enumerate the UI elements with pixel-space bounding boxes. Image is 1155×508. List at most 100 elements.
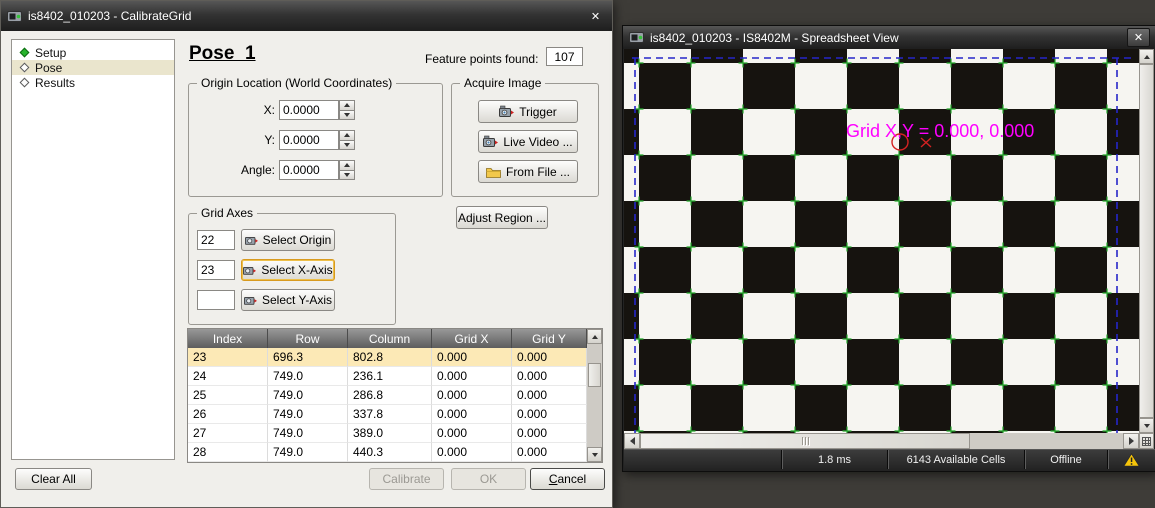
scroll-thumb[interactable] bbox=[640, 433, 970, 449]
tree-item-setup[interactable]: Setup bbox=[12, 45, 174, 60]
cell-row: 696.3 bbox=[268, 348, 348, 367]
diamond-icon bbox=[20, 78, 30, 88]
cell-column: 440.3 bbox=[348, 443, 432, 462]
spin-up-button[interactable] bbox=[339, 160, 355, 171]
available-cells: 6143 Available Cells bbox=[887, 450, 1024, 469]
cell-row: 749.0 bbox=[268, 367, 348, 386]
spin-down-button[interactable] bbox=[339, 171, 355, 181]
folder-icon bbox=[486, 166, 501, 178]
cell-index: 26 bbox=[188, 405, 268, 424]
table-row[interactable]: 26 749.0 337.8 0.000 0.000 bbox=[188, 405, 602, 424]
origin-y-row: Y: bbox=[189, 130, 434, 150]
tree-item-label: Setup bbox=[35, 46, 66, 60]
button-label: Clear All bbox=[31, 472, 76, 486]
status-spacer bbox=[624, 450, 781, 469]
window-title: is8402_010203 - CalibrateGrid bbox=[28, 9, 191, 23]
table-row[interactable]: 28 749.0 440.3 0.000 0.000 bbox=[188, 443, 602, 462]
app-icon bbox=[7, 10, 22, 23]
feature-points-label: Feature points found: bbox=[425, 52, 538, 66]
origin-y-input[interactable] bbox=[279, 130, 339, 150]
calibrate-button[interactable]: Calibrate bbox=[369, 468, 444, 490]
button-label: From File ... bbox=[506, 165, 570, 179]
clear-all-button[interactable]: Clear All bbox=[15, 468, 92, 490]
cell-index: 28 bbox=[188, 443, 268, 462]
warning-icon bbox=[1123, 453, 1140, 467]
tree-item-label: Results bbox=[35, 76, 75, 90]
close-icon[interactable]: ✕ bbox=[585, 8, 606, 25]
corner-grid-button[interactable] bbox=[1139, 433, 1154, 449]
calibration-image[interactable]: Grid X,Y = 0.000, 0.000 bbox=[624, 49, 1139, 433]
select-origin-button[interactable]: Select Origin bbox=[241, 229, 335, 251]
origin-x-label: X: bbox=[189, 100, 275, 120]
scroll-down-button[interactable] bbox=[1139, 418, 1154, 433]
cell-grid-x: 0.000 bbox=[432, 405, 512, 424]
acquisition-time: 1.8 ms bbox=[781, 450, 887, 469]
spin-down-button[interactable] bbox=[339, 141, 355, 151]
calibrate-titlebar[interactable]: is8402_010203 - CalibrateGrid ✕ bbox=[1, 1, 612, 31]
page-title: Pose 1 bbox=[189, 43, 256, 65]
spreadsheet-view-window: is8402_010203 - IS8402M - Spreadsheet Vi… bbox=[622, 25, 1155, 472]
button-label: Select X-Axis bbox=[261, 263, 332, 277]
cancel-button[interactable]: Cancel bbox=[530, 468, 605, 490]
trigger-button[interactable]: Trigger bbox=[478, 100, 578, 123]
calibrate-grid-window: is8402_010203 - CalibrateGrid ✕ Setup Po… bbox=[0, 0, 613, 508]
table-row[interactable]: 27 749.0 389.0 0.000 0.000 bbox=[188, 424, 602, 443]
image-vscrollbar[interactable] bbox=[1139, 49, 1154, 433]
spin-down-button[interactable] bbox=[339, 111, 355, 121]
from-file-button[interactable]: From File ... bbox=[478, 160, 578, 183]
origin-y-spinner bbox=[339, 130, 355, 150]
spin-up-button[interactable] bbox=[339, 100, 355, 111]
cell-grid-x: 0.000 bbox=[432, 386, 512, 405]
tree-item-pose[interactable]: Pose bbox=[12, 60, 174, 75]
select-x-axis-button[interactable]: Select X-Axis bbox=[241, 259, 335, 281]
cell-grid-x: 0.000 bbox=[432, 424, 512, 443]
cell-index: 23 bbox=[188, 348, 268, 367]
scroll-right-button[interactable] bbox=[1123, 433, 1139, 449]
spin-up-button[interactable] bbox=[339, 130, 355, 141]
image-hscrollbar[interactable] bbox=[624, 433, 1139, 449]
button-label: Cancel bbox=[549, 472, 586, 486]
group-title: Origin Location (World Coordinates) bbox=[197, 76, 396, 90]
diamond-icon bbox=[20, 63, 30, 73]
select-y-axis-button[interactable]: Select Y-Axis bbox=[241, 289, 335, 311]
cell-column: 389.0 bbox=[348, 424, 432, 443]
cell-column: 286.8 bbox=[348, 386, 432, 405]
camera-icon bbox=[245, 234, 258, 246]
acquire-image-group: Acquire Image Trigger bbox=[451, 83, 599, 197]
table-row[interactable]: 25 749.0 286.8 0.000 0.000 bbox=[188, 386, 602, 405]
origin-x-input[interactable] bbox=[279, 100, 339, 120]
close-icon[interactable]: ✕ bbox=[1127, 28, 1150, 47]
origin-angle-row: Angle: bbox=[189, 160, 434, 180]
x-axis-index-field[interactable] bbox=[197, 260, 235, 280]
scroll-left-button[interactable] bbox=[624, 433, 640, 449]
scroll-up-button[interactable] bbox=[587, 329, 602, 344]
table-row[interactable]: 23 696.3 802.8 0.000 0.000 bbox=[188, 348, 602, 367]
table-row[interactable]: 24 749.0 236.1 0.000 0.000 bbox=[188, 367, 602, 386]
cell-grid-y: 0.000 bbox=[512, 443, 587, 462]
cell-grid-x: 0.000 bbox=[432, 443, 512, 462]
table-scrollbar[interactable] bbox=[587, 329, 602, 462]
scroll-thumb[interactable] bbox=[588, 363, 601, 387]
origin-index-field[interactable] bbox=[197, 230, 235, 250]
thumb-grip bbox=[641, 434, 969, 448]
scroll-thumb[interactable] bbox=[1139, 64, 1154, 418]
ok-button[interactable]: OK bbox=[451, 468, 526, 490]
tree-item-results[interactable]: Results bbox=[12, 75, 174, 90]
diamond-icon bbox=[20, 48, 30, 58]
adjust-region-button[interactable]: Adjust Region ... bbox=[456, 206, 548, 229]
scroll-up-button[interactable] bbox=[1139, 49, 1154, 64]
cell-index: 27 bbox=[188, 424, 268, 443]
live-video-button[interactable]: Live Video ... bbox=[478, 130, 578, 153]
button-label: OK bbox=[480, 472, 497, 486]
connection-status: Offline bbox=[1024, 450, 1107, 469]
spreadsheet-titlebar[interactable]: is8402_010203 - IS8402M - Spreadsheet Vi… bbox=[623, 26, 1155, 49]
y-axis-index-field[interactable] bbox=[197, 290, 235, 310]
button-label: Live Video ... bbox=[503, 135, 572, 149]
button-label: Adjust Region ... bbox=[458, 211, 546, 225]
button-label: Trigger bbox=[519, 105, 557, 119]
origin-angle-input[interactable] bbox=[279, 160, 339, 180]
cell-row: 749.0 bbox=[268, 443, 348, 462]
col-header-row: Row bbox=[268, 329, 348, 348]
origin-x-spinner bbox=[339, 100, 355, 120]
scroll-down-button[interactable] bbox=[587, 447, 602, 462]
